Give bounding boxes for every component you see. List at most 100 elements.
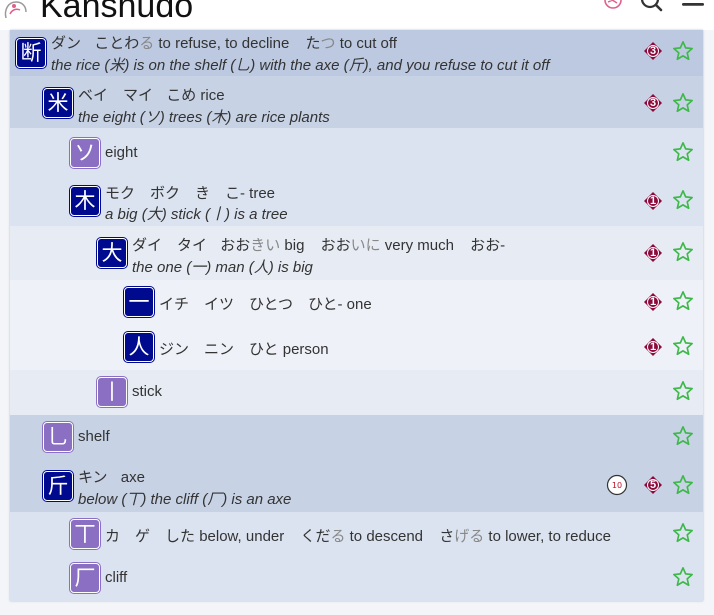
app-title[interactable]: Kanshudo: [40, 0, 193, 26]
reading-line: ダン ことわる to refuse, to decline たつ to cut …: [51, 32, 397, 53]
mnemonic: the eight (ソ) trees (木) are rice plants: [78, 109, 330, 126]
kunyomi-kana: ことわ: [94, 35, 140, 52]
kanji-badge[interactable]: 米: [43, 88, 73, 118]
kanji-badge[interactable]: 木: [70, 186, 100, 216]
kun-meaning: to lower, to reduce: [488, 528, 611, 545]
reading-line: キン axe: [78, 466, 145, 487]
radical-badge[interactable]: 丅: [70, 519, 100, 549]
kunyomi-kana: さ: [439, 528, 455, 545]
radical-meaning: shelf: [78, 428, 110, 445]
star-icon[interactable]: [672, 522, 694, 544]
tree-row-kanji[interactable]: 断 ダン ことわる to refuse, to decline たつ to cu…: [10, 30, 703, 76]
kunyomi-kana: こめ: [166, 87, 197, 104]
okurigana: る: [139, 35, 155, 52]
tree-row-kanji[interactable]: 人 ジン ニン ひと person 1: [10, 325, 703, 370]
star-icon[interactable]: [672, 335, 694, 357]
tree-row-radical[interactable]: 丅 カ ゲ した below, under くだる to descend さげる…: [10, 512, 703, 557]
okurigana: つ: [320, 35, 336, 52]
star-icon[interactable]: [672, 380, 694, 402]
meaning: tree: [249, 185, 276, 202]
reading-line: カ ゲ した below, under くだる to descend さげる t…: [105, 525, 611, 546]
kunyomi-kana: おお: [220, 237, 251, 254]
component-count-badge: 3: [643, 93, 663, 113]
onyomi: ベイ マイ: [78, 87, 154, 104]
kanji-tree: 断 ダン ことわる to refuse, to decline たつ to cu…: [10, 30, 703, 601]
tree-row-radical[interactable]: 厂 cliff: [10, 557, 703, 601]
reading-line: ジン ニン ひと person: [159, 338, 329, 359]
kanji-badge[interactable]: 斤: [43, 471, 73, 501]
kun-meaning: to descend: [349, 528, 424, 545]
meaning: axe: [120, 469, 145, 486]
search-icon[interactable]: [640, 0, 664, 14]
star-icon[interactable]: [672, 40, 694, 62]
onyomi: キン: [78, 469, 108, 486]
svg-text:10: 10: [612, 481, 622, 490]
radical-meaning: eight: [105, 144, 138, 161]
component-count-badge: 1: [643, 337, 663, 357]
kunyomi-kana: おお: [320, 237, 351, 254]
reading-line: ベイ マイ こめ rice: [78, 84, 225, 105]
reading-line: モク ボク き こ- tree: [105, 182, 275, 203]
component-count-badge: 1: [643, 243, 663, 263]
mnemonic: the one (一) man (人) is big: [132, 259, 313, 276]
okurigana: いに: [350, 237, 381, 254]
radical-badge[interactable]: 丨: [97, 377, 127, 407]
tree-row-kanji[interactable]: 木 モク ボク き こ- tree a big (大) stick (丨) is…: [10, 176, 703, 226]
star-icon[interactable]: [672, 566, 694, 588]
reading-line: イチ イツ ひとつ ひと- one: [159, 293, 372, 314]
okurigana: る: [330, 528, 346, 545]
component-count-badge: 1: [643, 191, 663, 211]
okurigana: きい: [250, 237, 281, 254]
reading-line: ダイ タイ おおきい big おおいに very much おお-: [132, 234, 505, 255]
kanji-badge[interactable]: 断: [16, 38, 46, 68]
radical-badge[interactable]: 厂: [70, 563, 100, 593]
star-icon[interactable]: [672, 290, 694, 312]
kunyomi-kana: おお-: [470, 237, 506, 254]
tree-row-kanji[interactable]: 大 ダイ タイ おおきい big おおいに very much おお- the …: [10, 226, 703, 280]
kun-meaning: very much: [384, 237, 454, 254]
onyomi: ダイ タイ: [132, 237, 208, 254]
radical-badge[interactable]: 乚: [43, 422, 73, 452]
meaning: one: [346, 296, 372, 313]
meaning: below, under: [199, 528, 285, 545]
logo-icon[interactable]: [0, 0, 36, 24]
mnemonic: the rice (米) is on the shelf (乚) with th…: [51, 57, 550, 74]
tree-row-kanji[interactable]: 斤 キン axe below (丅) the cliff (厂) is an a…: [10, 460, 703, 512]
onyomi: ダン: [51, 35, 82, 52]
tree-row-radical[interactable]: 乚 shelf: [10, 415, 703, 460]
radical-badge[interactable]: ソ: [70, 138, 100, 168]
star-icon[interactable]: [672, 189, 694, 211]
star-icon[interactable]: [672, 474, 694, 496]
star-icon[interactable]: [672, 92, 694, 114]
radical-meaning: cliff: [105, 569, 128, 586]
kanji-badge[interactable]: 一: [124, 287, 154, 317]
kanji-badge[interactable]: 人: [124, 332, 154, 362]
readings: イチ イツ ひとつ ひと-: [159, 296, 343, 313]
meaning: person: [282, 341, 329, 358]
readings: カ ゲ した: [105, 528, 196, 545]
star-icon[interactable]: [672, 141, 694, 163]
app-header: Kanshudo: [0, 0, 714, 30]
kunyomi-kana: た: [305, 35, 321, 52]
component-count-badge: 5: [643, 475, 663, 495]
component-count-badge: 3: [643, 41, 663, 61]
menu-icon[interactable]: [680, 0, 706, 14]
kun-meaning: rice: [200, 87, 225, 104]
kun-meaning: to cut off: [339, 35, 397, 52]
component-count-badge: 1: [643, 292, 663, 312]
tree-row-kanji[interactable]: 米 ベイ マイ こめ rice the eight (ソ) trees (木) …: [10, 76, 703, 128]
frequency-icon[interactable]: 10: [606, 474, 628, 496]
onyomi: モク ボク き こ-: [105, 185, 245, 202]
settings-icon[interactable]: [602, 0, 624, 14]
okurigana: げる: [454, 528, 485, 545]
star-icon[interactable]: [672, 241, 694, 263]
tree-row-kanji[interactable]: 一 イチ イツ ひとつ ひと- one 1: [10, 280, 703, 325]
kun-meaning: to refuse, to decline: [158, 35, 290, 52]
kun-meaning: big: [284, 237, 305, 254]
tree-row-radical[interactable]: ソ eight: [10, 128, 703, 176]
star-icon[interactable]: [672, 425, 694, 447]
tree-row-radical[interactable]: 丨 stick: [10, 370, 703, 415]
kanji-badge[interactable]: 大: [97, 238, 127, 268]
readings: ジン ニン ひと: [159, 341, 279, 358]
mnemonic: below (丅) the cliff (厂) is an axe: [78, 491, 292, 508]
